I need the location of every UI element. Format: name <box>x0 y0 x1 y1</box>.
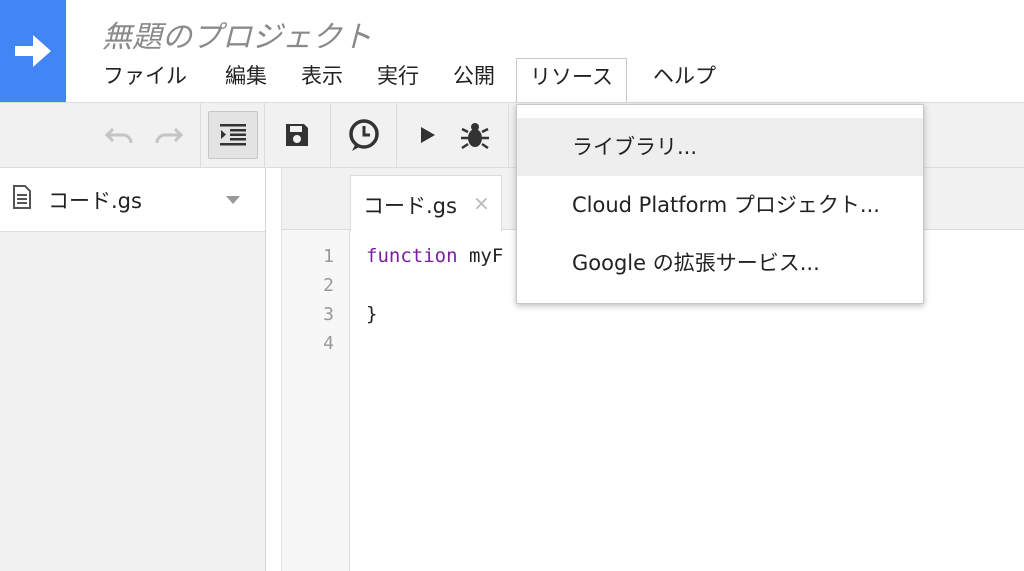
menu-item-libraries[interactable]: ライブラリ... <box>517 118 923 176</box>
close-icon[interactable]: × <box>473 191 490 215</box>
menu-edit[interactable]: 編集 <box>225 58 267 102</box>
sidebar-divider[interactable] <box>266 168 282 571</box>
run-icon <box>421 127 435 143</box>
redo-icon <box>155 127 183 144</box>
document-icon <box>13 185 31 209</box>
debug-button[interactable] <box>452 115 498 155</box>
line-number: 3 <box>323 304 334 325</box>
save-button[interactable] <box>272 117 322 153</box>
tab-code-gs[interactable]: コード.gs × <box>350 175 502 231</box>
triggers-button[interactable] <box>338 115 390 155</box>
app-logo[interactable] <box>0 0 66 102</box>
indent-button[interactable] <box>208 111 258 159</box>
code-line-3[interactable]: } <box>366 303 377 325</box>
menu-resources[interactable]: リソース <box>516 58 627 102</box>
line-number: 2 <box>323 275 334 296</box>
project-title[interactable]: 無題のプロジェクト <box>102 12 372 56</box>
line-number-gutter: 1 2 3 4 <box>282 230 350 571</box>
file-item[interactable]: コード.gs <box>0 168 265 232</box>
menu-run[interactable]: 実行 <box>377 58 419 102</box>
line-number: 1 <box>323 246 334 267</box>
menu-item-advanced-google-services[interactable]: Google の拡張サービス... <box>517 234 923 292</box>
menu-view[interactable]: 表示 <box>301 58 343 102</box>
undo-icon <box>105 127 133 144</box>
file-sidebar: コード.gs <box>0 168 266 571</box>
menu-item-cloud-platform-project[interactable]: Cloud Platform プロジェクト... <box>517 176 923 234</box>
trigger-clock-icon <box>349 119 379 151</box>
menu-help[interactable]: ヘルプ <box>653 58 716 102</box>
run-button[interactable] <box>404 119 450 151</box>
resources-dropdown: ライブラリ... Cloud Platform プロジェクト... Google… <box>516 104 924 304</box>
menu-file[interactable]: ファイル <box>103 58 187 102</box>
code-keyword: function <box>366 245 458 267</box>
file-name: コード.gs <box>48 189 142 213</box>
code-line-1[interactable]: function myF <box>366 245 503 267</box>
chevron-down-icon[interactable] <box>226 196 240 204</box>
menu-publish[interactable]: 公開 <box>453 58 495 102</box>
redo-button[interactable] <box>148 119 188 151</box>
line-number: 4 <box>323 333 334 354</box>
debug-icon <box>461 123 489 150</box>
tab-label: コード.gs <box>363 194 457 218</box>
arrow-right-icon <box>15 35 51 67</box>
undo-button[interactable] <box>100 119 140 151</box>
save-icon <box>286 124 308 146</box>
indent-icon <box>220 124 246 146</box>
code-text: myF <box>457 245 504 267</box>
